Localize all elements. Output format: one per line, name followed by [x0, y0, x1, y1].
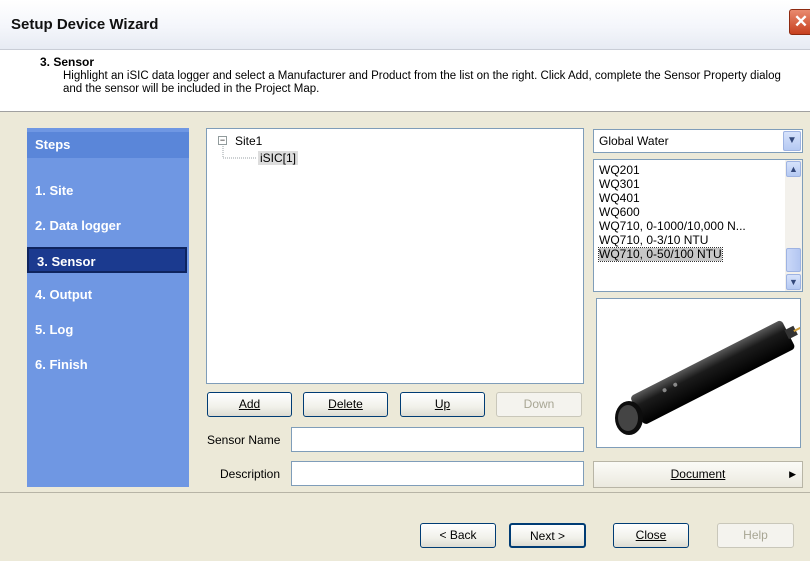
down-button-label: Down [523, 397, 555, 411]
add-button[interactable]: Add [207, 392, 292, 417]
manufacturer-selected: Global Water [599, 134, 669, 148]
step-log: 5. Log [35, 322, 74, 337]
help-button-label: Help [743, 528, 768, 542]
step-data-logger: 2. Data logger [35, 218, 121, 233]
turbidity-sensor-image [615, 320, 805, 435]
description-label: Description [220, 467, 281, 481]
up-button[interactable]: Up [400, 392, 485, 417]
list-item-selected[interactable]: WQ710, 0-50/100 NTU [598, 247, 723, 262]
back-button[interactable]: < Back [420, 523, 496, 548]
list-item[interactable]: WQ201 [599, 164, 640, 177]
delete-button[interactable]: Delete [303, 392, 388, 417]
list-item[interactable]: WQ710, 0-3/10 NTU [599, 234, 708, 247]
sensor-name-label: Sensor Name [207, 433, 281, 447]
down-button[interactable]: Down [496, 392, 582, 417]
collapse-icon[interactable]: − [218, 136, 227, 145]
scroll-down-icon[interactable]: ▼ [786, 274, 801, 290]
help-button[interactable]: Help [717, 523, 794, 548]
up-button-label: Up [434, 397, 451, 411]
window-title: Setup Device Wizard [11, 16, 159, 33]
next-button[interactable]: Next > [509, 523, 586, 548]
arrow-right-icon: ▶ [789, 469, 796, 479]
step-title: 3. Sensor [40, 55, 95, 69]
step-output: 4. Output [35, 287, 93, 302]
description-field[interactable] [291, 461, 584, 486]
steps-panel: Steps 1. Site 2. Data logger 3. Sensor 4… [27, 128, 189, 487]
add-button-label: Add [238, 397, 261, 411]
tree-node-site1[interactable]: Site1 [235, 134, 262, 148]
close-window-button[interactable]: ✕ [789, 9, 810, 35]
step-description: Highlight an iSIC data logger and select… [63, 70, 781, 95]
tree-node-isic[interactable]: iSIC[1] [258, 151, 299, 165]
product-image [596, 298, 805, 448]
scroll-up-icon[interactable]: ▲ [786, 161, 801, 177]
wizard-header: 3. Sensor Highlight an iSIC data logger … [0, 50, 810, 112]
step-site: 1. Site [35, 183, 74, 198]
close-button[interactable]: Close [613, 523, 689, 548]
project-tree[interactable]: − Site1 iSIC[1] [206, 128, 584, 384]
list-item[interactable]: WQ401 [599, 192, 640, 205]
close-button-label: Close [635, 528, 667, 542]
product-list[interactable]: WQ201 WQ301 WQ401 WQ600 WQ710, 0-1000/10… [593, 159, 803, 292]
chevron-down-icon[interactable]: ▼ [783, 131, 801, 151]
title-bar: Setup Device Wizard ✕ [0, 0, 810, 50]
step-sensor: 3. Sensor [27, 247, 187, 273]
product-list-scrollbar[interactable]: ▲ ▼ [785, 160, 802, 291]
document-button-label: Document [670, 467, 726, 481]
document-button[interactable]: Document ▶ [593, 461, 803, 488]
wizard-footer: < Back Next > Close Help [0, 492, 810, 561]
list-item[interactable]: WQ710, 0-1000/10,000 N... [599, 220, 746, 233]
steps-heading: Steps [27, 132, 189, 158]
back-button-label: < Back [439, 528, 477, 542]
step-finish: 6. Finish [35, 357, 88, 372]
manufacturer-select[interactable]: Global Water ▼ [593, 129, 803, 153]
next-button-label: Next > [529, 529, 565, 543]
tree-connector-lines [222, 146, 256, 159]
scroll-thumb[interactable] [786, 248, 801, 272]
list-item[interactable]: WQ301 [599, 178, 640, 191]
sensor-name-field[interactable] [291, 427, 584, 452]
delete-button-label: Delete [328, 397, 363, 411]
list-item[interactable]: WQ600 [599, 206, 640, 219]
